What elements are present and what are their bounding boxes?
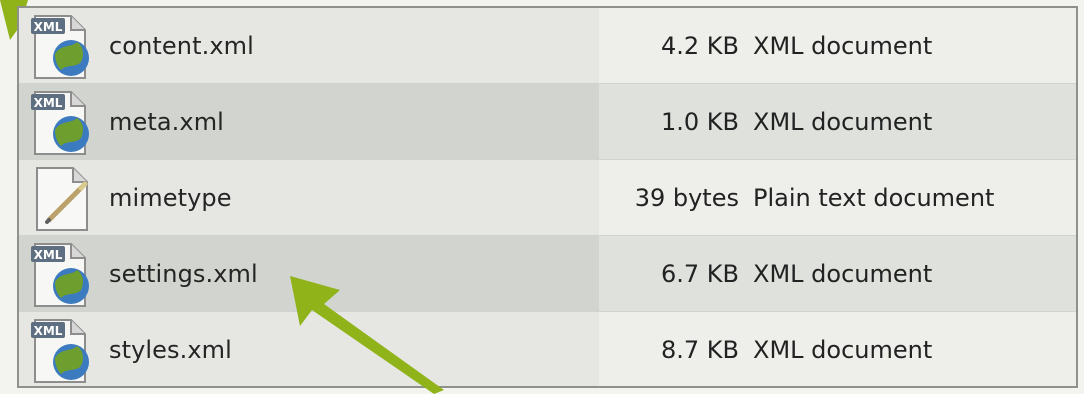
file-type: XML document	[753, 107, 933, 136]
file-name: styles.xml	[109, 335, 232, 364]
file-name: content.xml	[109, 31, 254, 60]
file-row[interactable]: XML meta.xml 1.0 KB XML document	[19, 84, 1076, 160]
xml-file-icon: XML	[27, 10, 99, 82]
file-row[interactable]: mimetype 39 bytes Plain text document	[19, 160, 1076, 236]
file-row[interactable]: XML settings.xml 6.7 KB XML document	[19, 236, 1076, 312]
file-type: XML document	[753, 31, 933, 60]
file-name-cell[interactable]: mimetype	[19, 160, 599, 235]
file-type: XML document	[753, 259, 933, 288]
file-name: mimetype	[109, 183, 232, 212]
file-size: 6.7 KB	[661, 259, 739, 288]
svg-text:XML: XML	[34, 96, 63, 110]
file-type: Plain text document	[753, 183, 995, 212]
file-row[interactable]: XML content.xml 4.2 KB XML document	[19, 8, 1076, 84]
xml-file-icon: XML	[27, 314, 99, 386]
xml-file-icon: XML	[27, 86, 99, 158]
svg-text:XML: XML	[34, 20, 63, 34]
file-name-cell[interactable]: XML content.xml	[19, 8, 599, 83]
file-size: 8.7 KB	[661, 335, 739, 364]
svg-text:XML: XML	[34, 324, 63, 338]
file-size: 1.0 KB	[661, 107, 739, 136]
file-name-cell[interactable]: XML meta.xml	[19, 84, 599, 159]
file-name: settings.xml	[109, 259, 258, 288]
text-file-icon	[27, 162, 99, 234]
file-name-cell[interactable]: XML settings.xml	[19, 236, 599, 311]
screenshot-stage: XML content.xml 4.2 KB XML document XML …	[0, 0, 1084, 394]
file-size: 39 bytes	[634, 183, 739, 212]
file-type: XML document	[753, 335, 933, 364]
file-size: 4.2 KB	[661, 31, 739, 60]
svg-text:XML: XML	[34, 248, 63, 262]
file-list: XML content.xml 4.2 KB XML document XML …	[17, 6, 1078, 388]
file-name: meta.xml	[109, 107, 224, 136]
file-row[interactable]: XML styles.xml 8.7 KB XML document	[19, 312, 1076, 386]
xml-file-icon: XML	[27, 238, 99, 310]
file-name-cell[interactable]: XML styles.xml	[19, 312, 599, 386]
